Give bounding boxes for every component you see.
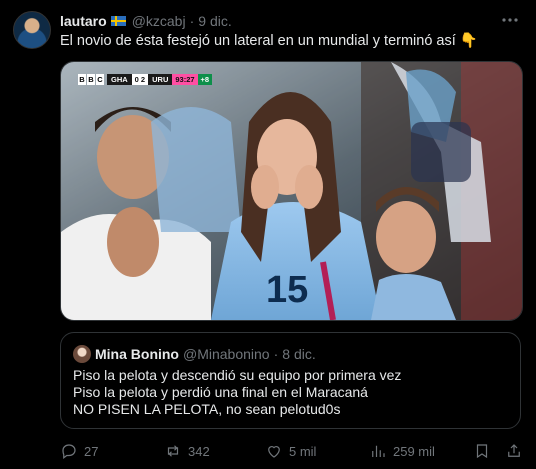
away-team: URU: [148, 74, 173, 85]
like-button[interactable]: 5 mil: [265, 438, 316, 464]
more-icon[interactable]: [500, 12, 520, 28]
broadcaster-letter: B: [78, 74, 86, 85]
quoted-tweet[interactable]: Mina Bonino @Minabonino · 8 dic. Piso la…: [60, 332, 521, 429]
repost-count: 342: [188, 443, 210, 459]
repost-icon: [167, 445, 179, 457]
svg-text:15: 15: [266, 269, 308, 311]
like-icon: [268, 446, 280, 458]
quoted-text: Piso la pelota y descendió su equipo por…: [73, 367, 510, 418]
action-bar: 27 342 5 mil 259 mil: [60, 438, 521, 464]
added-time: +8: [197, 74, 213, 85]
tweet-header: lautaro @kzcabj · 9 dic.: [60, 12, 486, 30]
author-handle[interactable]: @kzcabj: [132, 13, 186, 29]
author-name[interactable]: lautaro: [60, 13, 107, 29]
quoted-header: Mina Bonino @Minabonino · 8 dic.: [95, 345, 316, 363]
quoted-separator: ·: [273, 346, 279, 362]
bookmark-icon: [476, 444, 488, 459]
quoted-author-handle[interactable]: @Minabonino: [183, 346, 270, 362]
quoted-date[interactable]: 8 dic.: [282, 346, 315, 362]
share-icon: [508, 444, 520, 457]
sweden-flag-icon: [110, 16, 126, 26]
reply-button[interactable]: 27: [60, 438, 98, 464]
quoted-author-name[interactable]: Mina Bonino: [95, 346, 179, 362]
broadcaster-logo: B B C: [78, 74, 104, 85]
quoted-author-avatar[interactable]: [73, 345, 91, 363]
views-button[interactable]: 259 mil: [369, 438, 435, 464]
header-separator: ·: [189, 13, 195, 29]
quoted-line: Piso la pelota y descendió su equipo por…: [73, 367, 402, 383]
like-count: 5 mil: [289, 443, 317, 459]
quoted-line: NO PISEN LA PELOTA, no sean pelotud0s: [73, 401, 341, 417]
bookmark-button[interactable]: [473, 438, 491, 464]
score: 0 2: [131, 74, 149, 85]
match-photo: 15: [61, 62, 522, 320]
match-time: 93:27: [172, 74, 198, 85]
repost-button[interactable]: 342: [164, 438, 210, 464]
tweet-media[interactable]: 15 B B C GHA 0 2 URU 93:27 +8: [60, 61, 523, 321]
author-avatar[interactable]: [13, 11, 51, 49]
broadcaster-letter: B: [87, 74, 95, 85]
quoted-line: Piso la pelota y perdió una final en el …: [73, 384, 368, 400]
home-team: GHA: [107, 74, 132, 85]
reply-count: 27: [84, 443, 99, 459]
tweet-date[interactable]: 9 dic.: [198, 13, 231, 29]
share-button[interactable]: [505, 438, 523, 464]
tweet-text: El novio de ésta festejó un lateral en u…: [60, 33, 478, 49]
views-count: 259 mil: [393, 443, 435, 459]
scoreboard-overlay: B B C GHA 0 2 URU 93:27 +8: [78, 74, 213, 85]
broadcaster-letter: C: [96, 74, 104, 85]
reply-icon: [62, 444, 76, 459]
views-icon: [372, 445, 385, 457]
